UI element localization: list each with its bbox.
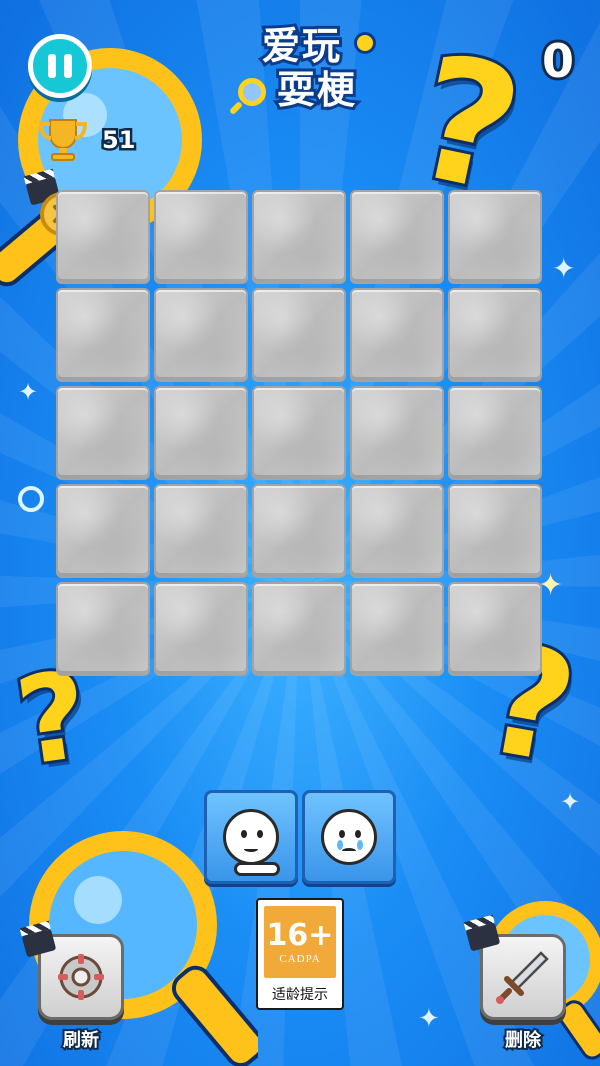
covered-tile[interactable] xyxy=(252,190,346,284)
tile-board xyxy=(56,190,544,678)
covered-tile[interactable] xyxy=(56,386,150,480)
trophy-count: 51 xyxy=(99,124,137,157)
covered-tile[interactable] xyxy=(448,484,542,578)
tray-slot-2[interactable] xyxy=(302,790,396,884)
pause-icon xyxy=(48,54,56,78)
covered-tile[interactable] xyxy=(252,582,346,676)
refresh-gear-icon xyxy=(58,954,104,1000)
covered-tile[interactable] xyxy=(350,190,444,284)
refresh-label: 刷新 xyxy=(61,1028,101,1053)
crying-face-icon xyxy=(321,809,377,865)
tray-slot-1[interactable] xyxy=(204,790,298,884)
covered-tile[interactable] xyxy=(56,288,150,382)
sparkle-icon: ✦ xyxy=(552,252,576,285)
delete-button[interactable] xyxy=(480,934,566,1020)
age-rating-hint: 适龄提示 xyxy=(272,987,328,1003)
covered-tile[interactable] xyxy=(252,484,346,578)
covered-tile[interactable] xyxy=(56,190,150,284)
covered-tile[interactable] xyxy=(350,386,444,480)
age-rating-org: CADPA xyxy=(279,953,321,965)
sparkle-icon: ✦ xyxy=(18,378,39,406)
covered-tile[interactable] xyxy=(350,582,444,676)
covered-tile[interactable] xyxy=(154,190,248,284)
delete-label: 删除 xyxy=(503,1028,543,1053)
trophy-icon xyxy=(38,119,88,161)
sparkle-icon: ✦ xyxy=(560,788,581,816)
age-rating-badge: 16+ CADPA 适龄提示 xyxy=(256,898,344,1010)
covered-tile[interactable] xyxy=(448,582,542,676)
age-rating-number: 16+ xyxy=(266,918,334,953)
covered-tile[interactable] xyxy=(448,386,542,480)
covered-tile[interactable] xyxy=(448,288,542,382)
covered-tile[interactable] xyxy=(56,484,150,578)
covered-tile[interactable] xyxy=(154,386,248,480)
top-right-counter: 0 xyxy=(539,33,577,89)
logo-magnifier-icon xyxy=(238,78,266,106)
covered-tile[interactable] xyxy=(154,484,248,578)
game-logo: 爱玩 耍梗 xyxy=(232,21,376,124)
sparkle-icon: ✦ xyxy=(418,1004,440,1034)
sword-icon xyxy=(496,951,549,1004)
covered-tile[interactable] xyxy=(350,288,444,382)
ring-decoration-icon xyxy=(18,486,44,512)
covered-tile[interactable] xyxy=(154,288,248,382)
covered-tile[interactable] xyxy=(56,582,150,676)
covered-tile[interactable] xyxy=(448,190,542,284)
pause-button[interactable] xyxy=(28,34,92,98)
logo-emoji-icon xyxy=(354,32,376,54)
covered-tile[interactable] xyxy=(252,386,346,480)
covered-tile[interactable] xyxy=(350,484,444,578)
trophy-stat: 51 xyxy=(38,118,138,162)
worried-face-crossed-arms-icon xyxy=(223,809,280,876)
logo-line-1: 爱玩 xyxy=(259,21,343,71)
covered-tile[interactable] xyxy=(154,582,248,676)
covered-tile[interactable] xyxy=(252,288,346,382)
